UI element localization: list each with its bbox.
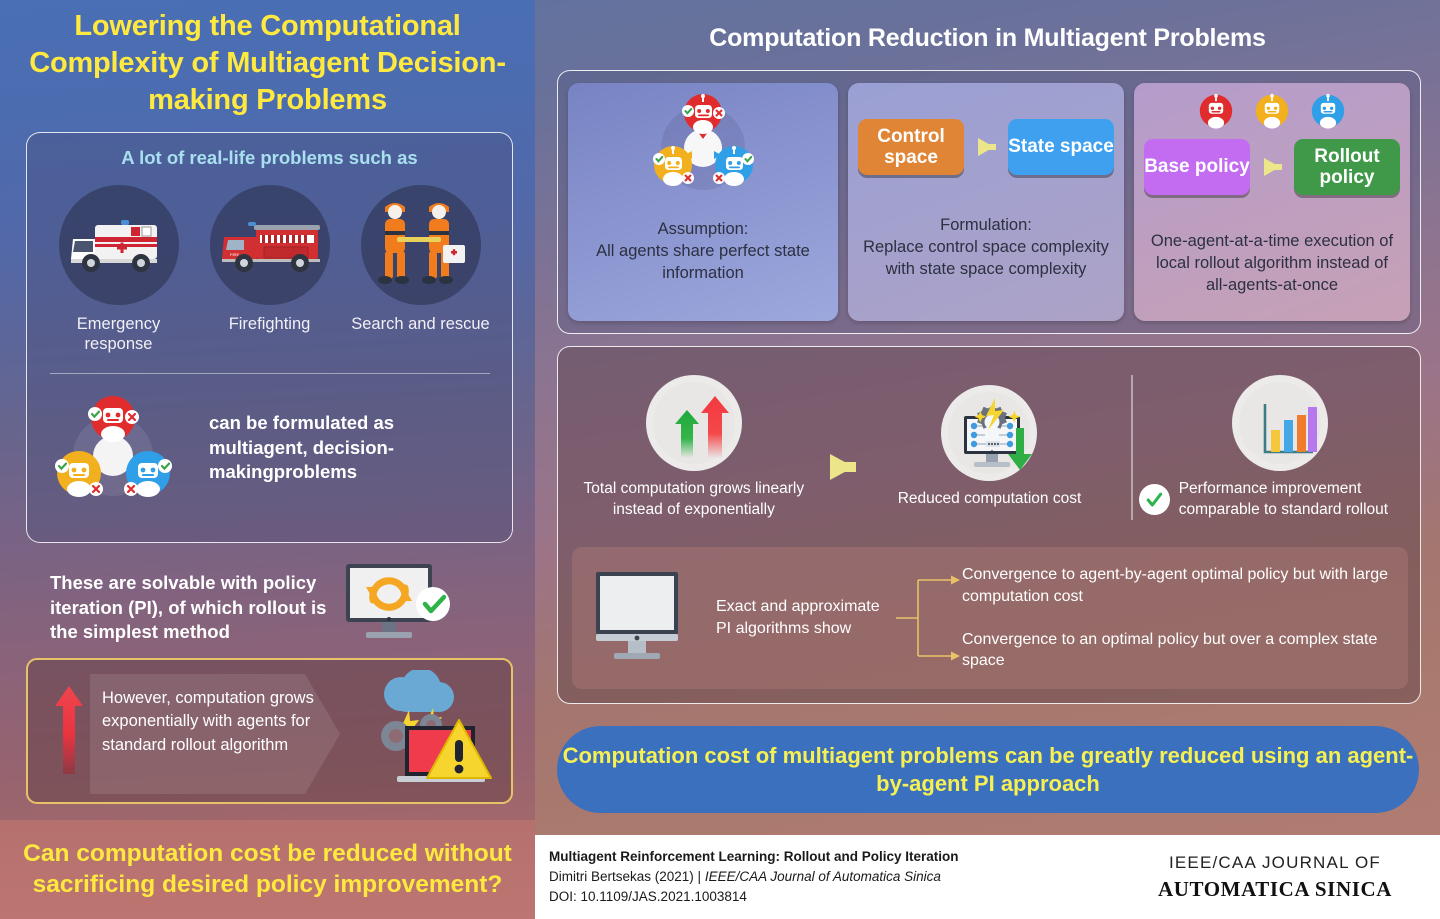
formulation-text: can be formulated as multiagent, decisio… xyxy=(209,411,395,483)
problem-label-search-rescue: Search and rescue xyxy=(351,315,490,333)
left-panel: Lowering the Computational Complexity of… xyxy=(0,0,535,919)
policy-iteration-text: These are solvable with policy iteration… xyxy=(50,571,327,643)
stats-row: Total computation grows linearly instead… xyxy=(558,355,1422,540)
branch-texts: Convergence to agent-by-agent optimal po… xyxy=(962,564,1390,671)
red-agent-icon xyxy=(1199,93,1233,129)
problem-label-firefighting: Firefighting xyxy=(228,315,311,333)
journal-logo-line2: AUTOMATICA SINICA xyxy=(1157,876,1393,901)
formulation-row: can be formulated as multiagent, decisio… xyxy=(27,388,512,508)
rollout-caption: One-agent-at-a-time execution of local r… xyxy=(1150,232,1394,294)
problem-item-emergency: Emergency response xyxy=(44,185,194,355)
paper-author: Dimitri Bertsekas (2021) | IEEE/CAA Jour… xyxy=(549,867,1120,887)
divider xyxy=(49,372,490,375)
red-up-arrow-icon xyxy=(54,686,84,774)
problem-item-search-rescue: Search and rescue xyxy=(346,185,496,335)
problem-item-firefighting: FIRE Firefighting xyxy=(195,185,345,335)
arrow-right-icon xyxy=(978,138,996,156)
bar-chart-icon xyxy=(1232,375,1329,472)
ambulance-icon xyxy=(58,185,179,305)
rollout-policy-pill: Rollout policy xyxy=(1294,139,1400,195)
laptop-storm-alert-icon xyxy=(349,670,499,795)
state-space-pill: State space xyxy=(1008,119,1114,175)
desktop-monitor-icon xyxy=(590,568,702,668)
stat-text-total: Total computation grows linearly instead… xyxy=(583,480,805,518)
bottom-question-text: Can computation cost be reduced without … xyxy=(23,840,512,898)
assumption-card: Assumption: All agents share perfect sta… xyxy=(568,83,838,321)
problems-card-heading: A lot of real-life problems such as xyxy=(121,147,418,168)
pi-algorithms-label: Exact and approximate PI algorithms show xyxy=(716,597,880,637)
firetruck-icon: FIRE xyxy=(209,185,330,305)
svg-text:FIRE: FIRE xyxy=(230,252,239,257)
monitor-gear-down-arrow-icon xyxy=(941,385,1038,482)
footer-citation: Multiagent Reinforcement Learning: Rollo… xyxy=(535,847,1120,908)
stat-text-reduced: Reduced computation cost xyxy=(897,490,1082,508)
infographic-page: Lowering the Computational Complexity of… xyxy=(0,0,1440,919)
stat-performance: Performance improvement comparable to st… xyxy=(1138,375,1422,519)
two-up-arrows-icon xyxy=(645,375,742,472)
paper-title: Multiagent Reinforcement Learning: Rollo… xyxy=(549,848,959,864)
conclusion-banner: Computation cost of multiagent problems … xyxy=(557,726,1419,813)
journal-logo-line1: IEEE/CAA JOURNAL OF xyxy=(1168,852,1382,872)
branch-text-2: Convergence to an optimal policy but ove… xyxy=(962,630,1378,670)
three-agents-shared-state-icon xyxy=(578,91,828,203)
results-panel: Total computation grows linearly instead… xyxy=(557,346,1421,704)
control-space-pill: Control space xyxy=(858,119,964,175)
check-circle-icon xyxy=(1138,484,1170,515)
computation-warning-card: However, computation grows exponentially… xyxy=(26,658,513,804)
rollout-card: Base policy Rollout policy One-agent-at-… xyxy=(1134,83,1410,321)
blue-agent-icon xyxy=(1311,93,1345,129)
assumption-caption: Assumption: All agents share perfect sta… xyxy=(596,220,810,282)
branch-text-1: Convergence to agent-by-agent optimal po… xyxy=(962,566,1389,605)
problem-icons-row: Emergency response FIRE Firefighting Sea… xyxy=(27,185,512,355)
author-prefix: Dimitri Bertsekas (2021) | xyxy=(549,868,705,884)
performance-row: Performance improvement comparable to st… xyxy=(1138,479,1422,519)
conclusion-text: Computation cost of multiagent problems … xyxy=(562,742,1414,796)
right-panel-title: Computation Reduction in Multiagent Prob… xyxy=(709,24,1266,52)
stat-text-performance: Performance improvement comparable to st… xyxy=(1178,480,1389,518)
arrow-right-icon-2 xyxy=(1264,158,1282,176)
formulation-caption: Formulation: Replace control space compl… xyxy=(863,216,1109,278)
journal-name: IEEE/CAA Journal of Automatica Sinica xyxy=(704,868,941,884)
footer: Multiagent Reinforcement Learning: Rollo… xyxy=(535,835,1440,919)
problem-label-emergency: Emergency response xyxy=(76,315,161,353)
journal-logo: IEEE/CAA JOURNAL OF AUTOMATICA SINICA xyxy=(1120,853,1440,902)
policy-iteration-block: These are solvable with policy iteration… xyxy=(50,558,510,658)
approach-cards-row: Assumption: All agents share perfect sta… xyxy=(557,70,1421,334)
base-to-rollout-arrow: Base policy Rollout policy xyxy=(1144,91,1400,203)
rescue-workers-icon xyxy=(360,185,481,305)
stat-reduced-cost: Reduced computation cost xyxy=(854,385,1126,509)
real-life-problems-card: A lot of real-life problems such as Emer… xyxy=(26,132,513,543)
base-policy-pill: Base policy xyxy=(1144,139,1250,195)
control-to-state-arrow: Control space State space xyxy=(858,91,1114,203)
paper-doi: DOI: 10.1109/JAS.2021.1003814 xyxy=(549,889,747,905)
monitor-refresh-check-icon xyxy=(336,558,466,658)
left-bottom-bar: Can computation cost be reduced without … xyxy=(0,820,535,919)
formulation-card: Control space State space Formulation: R… xyxy=(848,83,1124,321)
main-title: Lowering the Computational Complexity of… xyxy=(29,10,506,117)
warning-text: However, computation grows exponentially… xyxy=(102,689,314,754)
yellow-agent-icon xyxy=(1255,93,1289,129)
branch-connector xyxy=(896,562,962,674)
stat-total-computation: Total computation grows linearly instead… xyxy=(558,375,830,520)
pi-algorithms-card: Exact and approximate PI algorithms show xyxy=(572,547,1408,689)
arrow-right-big-icon xyxy=(829,453,856,480)
three-agents-icon xyxy=(51,388,199,508)
vertical-divider xyxy=(1131,375,1133,520)
